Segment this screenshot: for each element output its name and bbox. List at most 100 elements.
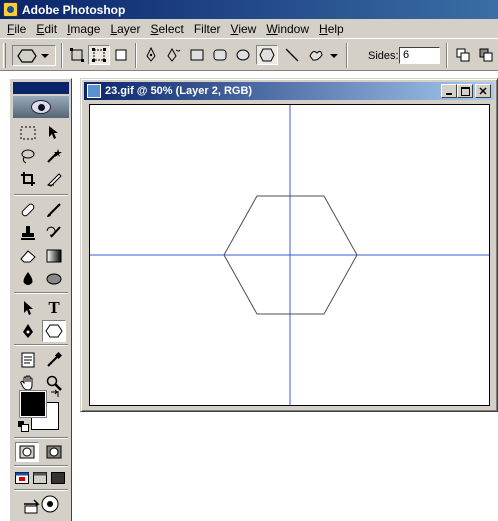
fill-pixels-button[interactable] [110, 45, 132, 65]
sponge-icon [46, 273, 62, 285]
slice-tool[interactable] [42, 168, 66, 190]
chevron-down-icon [41, 53, 49, 58]
toolbox-separator [14, 194, 68, 196]
rectangle-tool-button[interactable] [186, 45, 208, 65]
hexagon-tool-icon [17, 48, 37, 63]
screen-mode-icon [15, 472, 29, 484]
gradient-icon [46, 249, 62, 263]
options-bar: Sides: 6 [0, 38, 498, 71]
shape-dropdown[interactable] [328, 45, 340, 66]
options-bar-grip[interactable] [3, 43, 6, 68]
minimize-icon [446, 93, 452, 95]
minimize-button[interactable] [441, 84, 457, 98]
add-to-shape-area-button[interactable] [452, 45, 474, 65]
foreground-color-swatch[interactable] [19, 390, 47, 418]
menu-filter[interactable]: Filter [189, 22, 226, 36]
toolbox: T [9, 78, 72, 521]
line-tool-button[interactable] [281, 45, 303, 65]
rectangle-icon [190, 49, 204, 61]
rounded-rectangle-button[interactable] [209, 45, 231, 65]
line-icon [285, 48, 299, 62]
lasso-tool[interactable] [16, 145, 40, 167]
freeform-pen-icon [167, 47, 181, 62]
sides-input[interactable]: 6 [399, 47, 440, 64]
default-colors-icon[interactable] [18, 421, 29, 432]
freeform-pen-button[interactable] [163, 45, 185, 65]
eraser-icon [20, 250, 36, 263]
pen-tool[interactable] [16, 320, 40, 342]
menu-edit[interactable]: Edit [31, 22, 62, 36]
dodge-tool[interactable] [42, 268, 66, 290]
standard-screen-mode-button[interactable] [13, 469, 31, 487]
menu-file[interactable]: File [2, 22, 31, 36]
jump-to-imageready-button[interactable] [18, 493, 66, 515]
full-screen-button[interactable] [49, 469, 67, 487]
custom-shape-button[interactable] [305, 45, 327, 65]
path-selection-tool[interactable] [16, 297, 40, 319]
menu-image[interactable]: Image [62, 22, 105, 36]
brush-tool[interactable] [42, 199, 66, 221]
eyedropper-tool[interactable] [42, 349, 66, 371]
eraser-tool[interactable] [16, 245, 40, 267]
polygon-icon [259, 48, 275, 62]
hand-icon [20, 375, 33, 391]
ellipse-tool-button[interactable] [232, 45, 254, 65]
history-brush-icon [46, 226, 61, 238]
notes-tool[interactable] [16, 349, 40, 371]
menu-bar: File Edit Image Layer Select Filter View… [0, 19, 498, 38]
document-window: 23.gif @ 50% (Layer 2, RGB) [80, 78, 498, 412]
magic-wand-tool[interactable] [42, 145, 66, 167]
swap-colors-icon[interactable] [50, 389, 60, 402]
polygon-icon [45, 324, 63, 338]
close-button[interactable] [475, 84, 491, 98]
quick-mask-button[interactable] [42, 442, 66, 462]
menu-window[interactable]: Window [261, 22, 314, 36]
standard-mode-button[interactable] [15, 442, 39, 462]
rounded-rectangle-icon [213, 49, 227, 61]
tool-preset-picker[interactable] [12, 45, 56, 66]
move-tool[interactable] [42, 122, 66, 144]
toolbox-separator [14, 465, 68, 467]
adobe-online-button[interactable] [13, 96, 69, 118]
toolbox-separator [14, 292, 68, 294]
document-titlebar[interactable]: 23.gif @ 50% (Layer 2, RGB) [84, 82, 494, 100]
path-selection-icon [24, 301, 33, 315]
crop-icon [21, 172, 35, 186]
app-title: Adobe Photoshop [22, 2, 126, 17]
full-screen-menu-button[interactable] [31, 469, 49, 487]
ellipse-icon [236, 49, 250, 61]
shape-layers-button[interactable] [66, 45, 88, 65]
lasso-icon [21, 149, 35, 164]
sides-label: Sides: [368, 50, 399, 62]
document-title: 23.gif @ 50% (Layer 2, RGB) [105, 85, 253, 97]
marquee-tool[interactable] [16, 122, 40, 144]
subtract-shape-area-button[interactable] [475, 45, 497, 65]
history-brush-tool[interactable] [42, 222, 66, 244]
gradient-tool[interactable] [42, 245, 66, 267]
paths-button[interactable] [88, 45, 110, 65]
document-canvas[interactable] [89, 104, 490, 406]
toolbox-titlebar[interactable] [13, 82, 69, 94]
type-tool[interactable]: T [42, 297, 66, 319]
brush-icon [47, 203, 61, 217]
clone-stamp-tool[interactable] [16, 222, 40, 244]
blur-tool[interactable] [16, 268, 40, 290]
magic-wand-icon [47, 149, 62, 163]
healing-brush-tool[interactable] [16, 199, 40, 221]
move-icon [49, 126, 58, 139]
menu-help[interactable]: Help [314, 22, 349, 36]
toolbox-separator [14, 344, 68, 346]
crop-tool[interactable] [16, 168, 40, 190]
polygon-shape-tool[interactable] [42, 320, 66, 342]
menu-view[interactable]: View [226, 22, 262, 36]
water-drop-icon [23, 272, 33, 285]
photoshop-app-icon [3, 2, 18, 17]
menu-layer[interactable]: Layer [105, 22, 145, 36]
maximize-button[interactable] [457, 84, 473, 98]
paths-icon [92, 48, 106, 62]
menu-select[interactable]: Select [145, 22, 188, 36]
polygon-tool-button[interactable] [256, 45, 278, 65]
pen-tool-button[interactable] [140, 45, 162, 65]
full-screen-menu-icon [33, 472, 47, 484]
eyedropper-icon [47, 352, 62, 367]
